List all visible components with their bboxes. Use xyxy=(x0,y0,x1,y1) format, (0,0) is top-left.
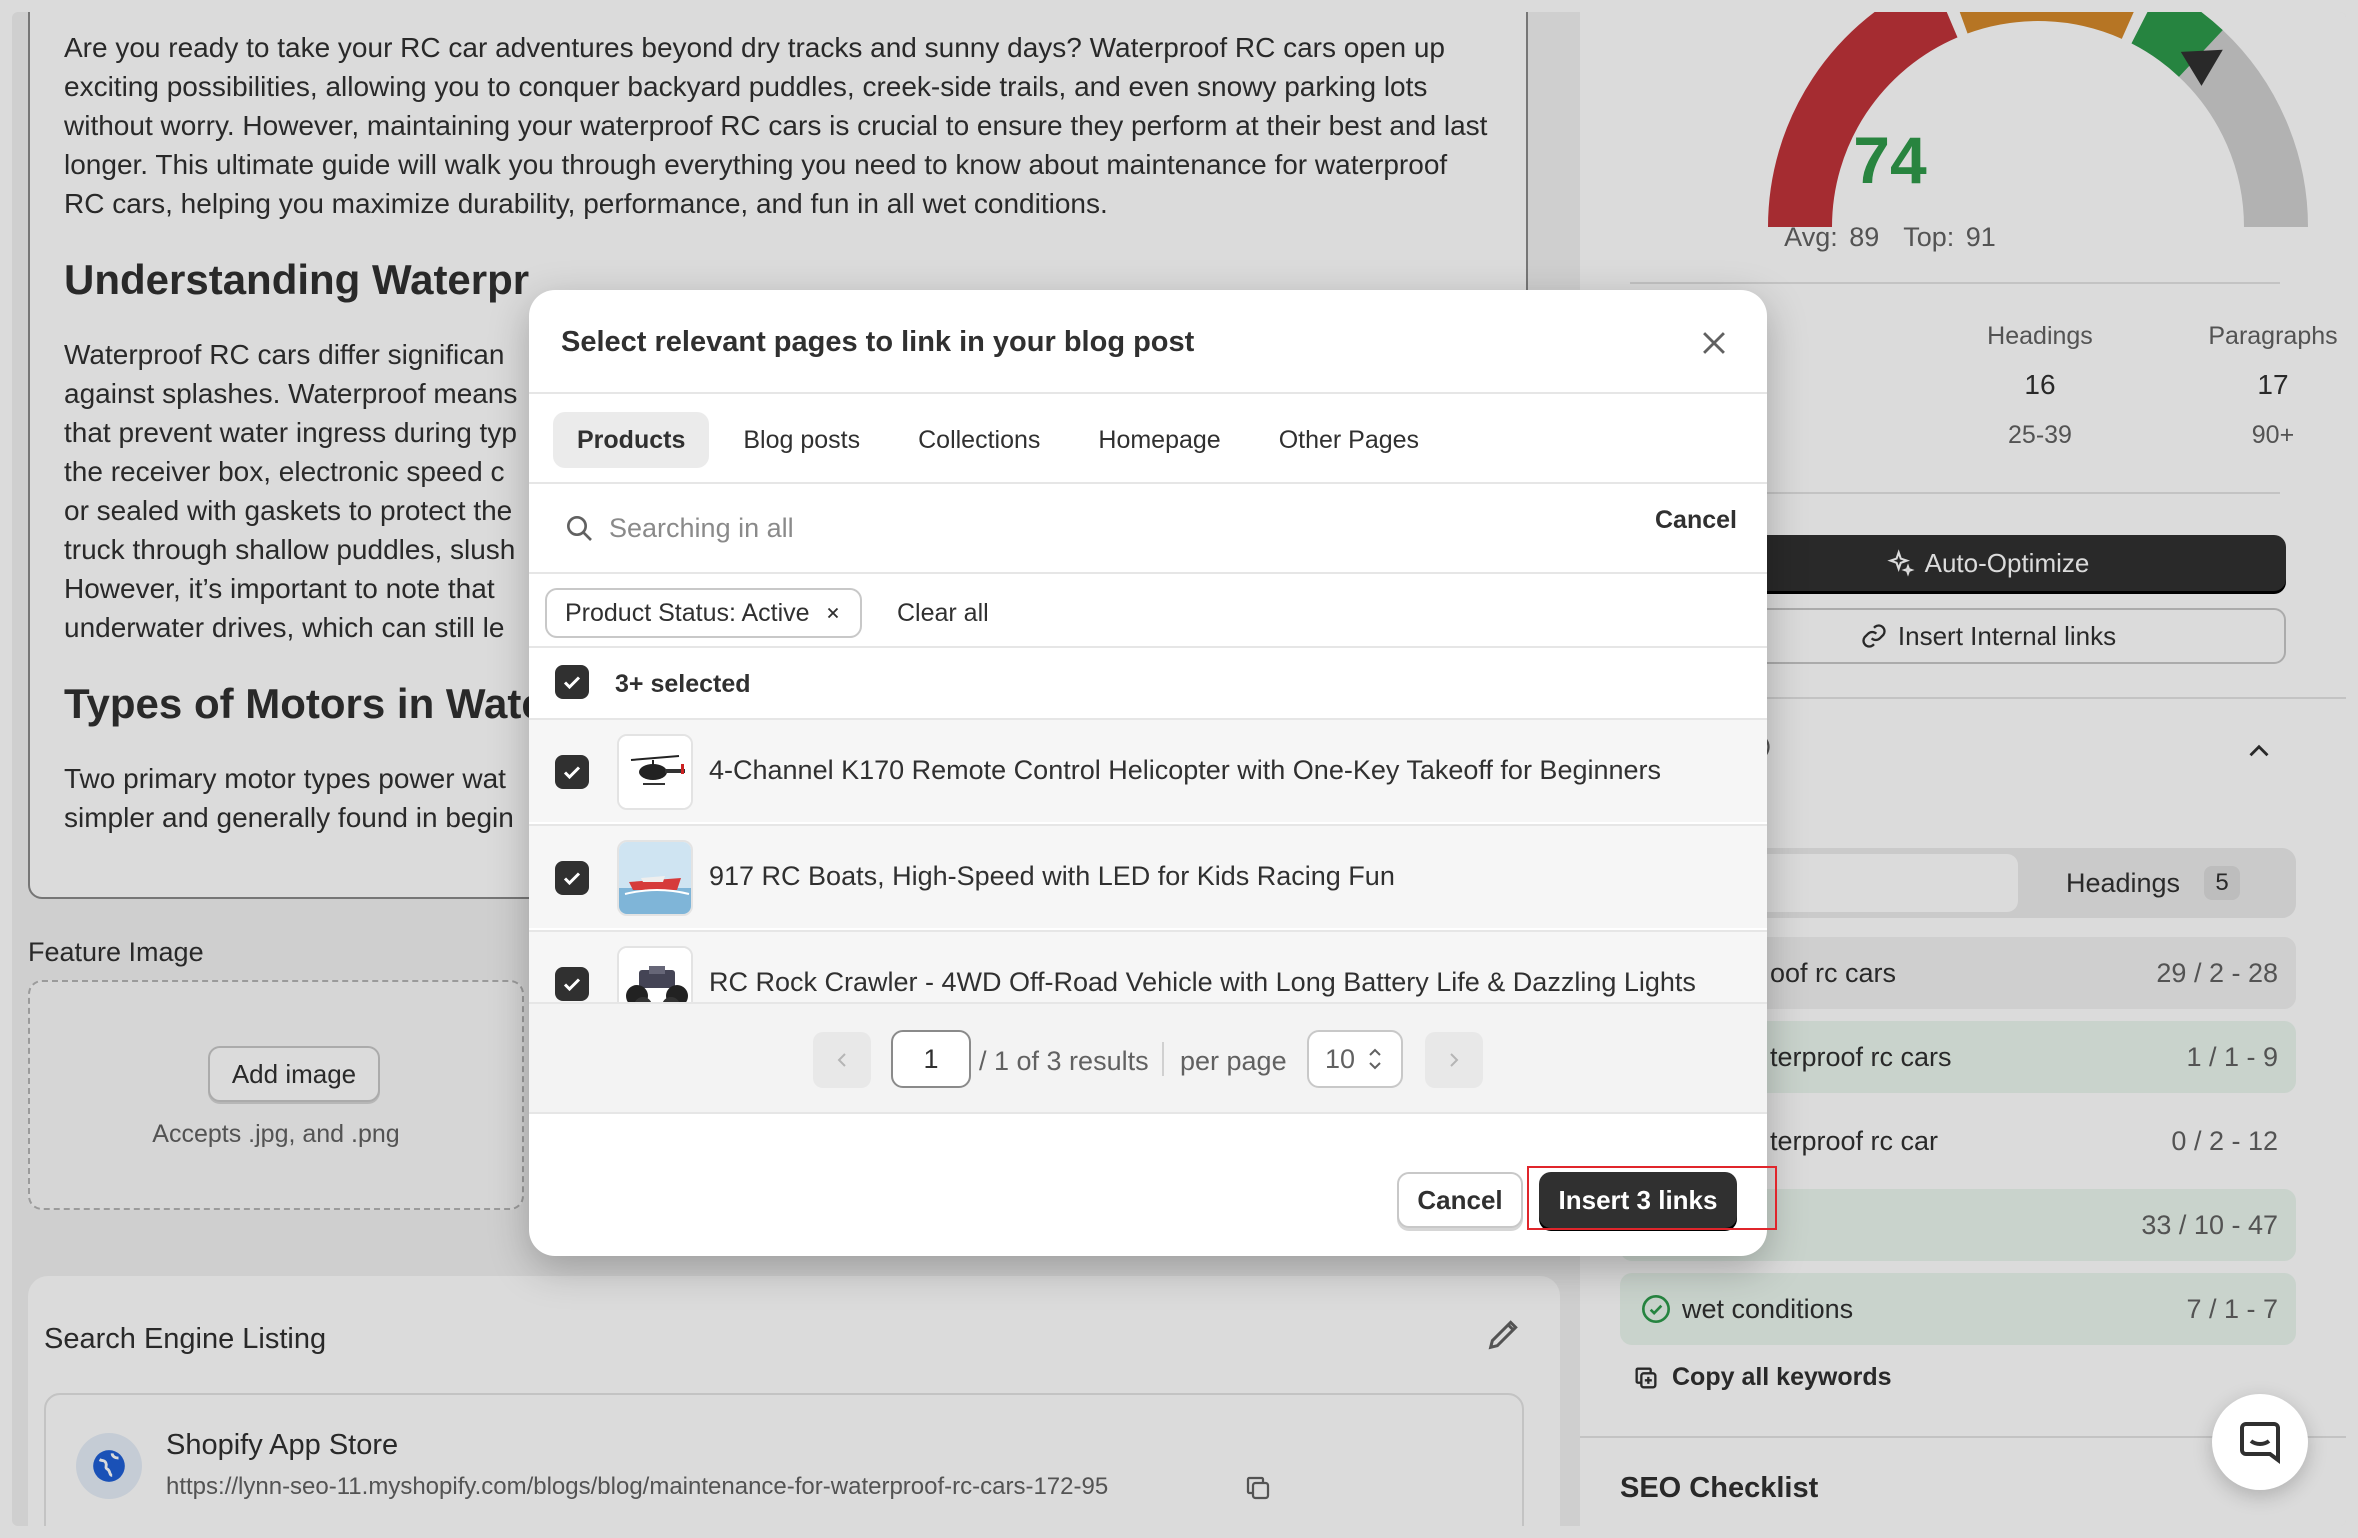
clear-all-filters-button[interactable]: Clear all xyxy=(897,599,989,628)
list-item[interactable]: 917 RC Boats, High-Speed with LED for Ki… xyxy=(529,824,1767,928)
close-icon[interactable] xyxy=(1697,326,1731,360)
chevron-right-icon xyxy=(1450,1053,1459,1067)
checkmark-icon xyxy=(563,676,581,690)
page-type-tabs: Products Blog posts Collections Homepage… xyxy=(553,412,1443,468)
select-all-checkbox[interactable] xyxy=(555,665,589,699)
highlight-insert-links xyxy=(1527,1166,1777,1230)
next-page-button[interactable] xyxy=(1425,1032,1483,1088)
item-checkbox[interactable] xyxy=(555,755,589,789)
previous-page-button[interactable] xyxy=(813,1032,871,1088)
tab-other-pages[interactable]: Other Pages xyxy=(1255,412,1443,468)
selected-count: 3+ selected xyxy=(615,670,751,698)
chevron-left-icon xyxy=(837,1053,846,1067)
checkmark-icon xyxy=(563,872,581,886)
chat-icon xyxy=(2240,1422,2280,1464)
item-title: 4-Channel K170 Remote Control Helicopter… xyxy=(709,755,1662,785)
remove-filter-icon[interactable] xyxy=(824,604,842,622)
item-checkbox[interactable] xyxy=(555,967,589,1001)
pagination: / 1 of 3 results per page 10 xyxy=(529,1002,1767,1112)
link-pages-modal: Select relevant pages to link in your bl… xyxy=(529,290,1767,1256)
divider xyxy=(529,392,1767,394)
chat-launcher[interactable] xyxy=(2212,1394,2308,1490)
item-title: RC Rock Crawler - 4WD Off-Road Vehicle w… xyxy=(709,967,1696,997)
per-page-select[interactable]: 10 xyxy=(1307,1030,1403,1088)
search-cancel-button[interactable]: Cancel xyxy=(1655,506,1737,535)
per-page-label: per page xyxy=(1180,1046,1287,1076)
divider xyxy=(529,1112,1767,1114)
results-summary: / 1 of 3 results xyxy=(979,1046,1149,1076)
tab-blog-posts[interactable]: Blog posts xyxy=(719,412,884,468)
helicopter-thumb xyxy=(617,734,693,810)
chevron-up-down-icon xyxy=(1369,1048,1381,1070)
page-number-input[interactable] xyxy=(891,1030,971,1088)
search-icon xyxy=(567,516,592,541)
list-item[interactable]: 4-Channel K170 Remote Control Helicopter… xyxy=(529,718,1767,822)
tab-products[interactable]: Products xyxy=(553,412,710,468)
divider xyxy=(1162,1042,1164,1076)
cancel-button[interactable]: Cancel xyxy=(1397,1172,1523,1228)
checkmark-icon xyxy=(563,766,581,780)
item-checkbox[interactable] xyxy=(555,861,589,895)
divider xyxy=(529,572,1767,574)
filter-product-status[interactable]: Product Status: Active xyxy=(545,588,862,638)
tab-homepage[interactable]: Homepage xyxy=(1074,412,1244,468)
boat-thumb xyxy=(617,840,693,916)
modal-title: Select relevant pages to link in your bl… xyxy=(561,326,1195,358)
divider xyxy=(529,646,1767,648)
checkmark-icon xyxy=(563,978,581,992)
item-title: 917 RC Boats, High-Speed with LED for Ki… xyxy=(709,861,1395,891)
tab-collections[interactable]: Collections xyxy=(894,412,1064,468)
search-input[interactable] xyxy=(609,500,1609,556)
divider xyxy=(529,482,1767,484)
